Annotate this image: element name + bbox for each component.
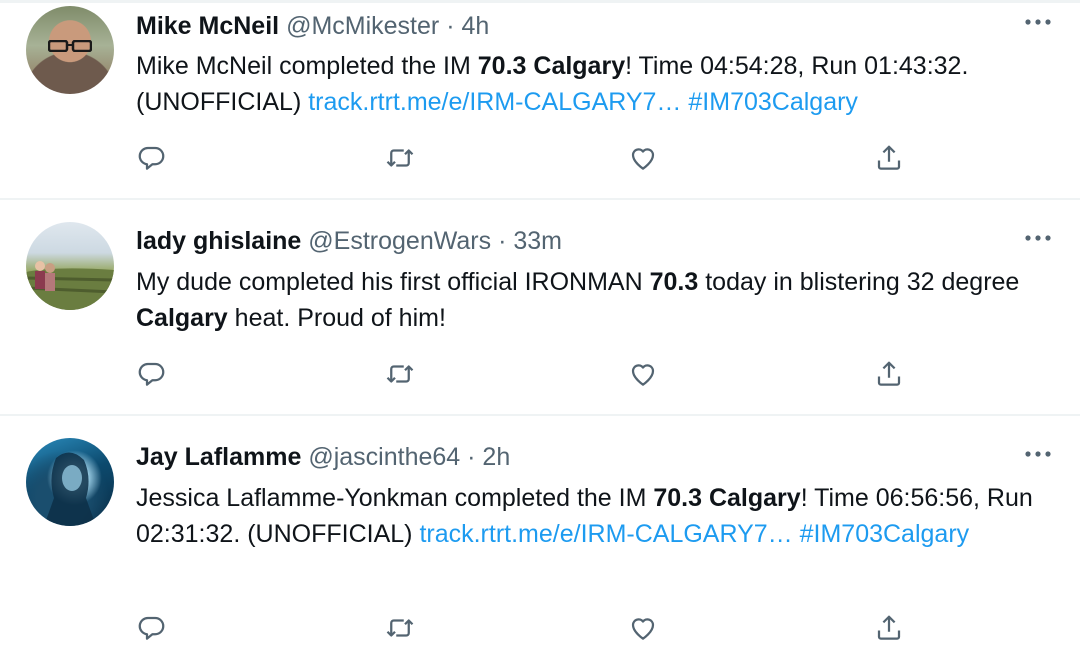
author-name[interactable]: Jay Laflamme (136, 443, 301, 471)
tweet-text: My dude completed his first official IRO… (136, 264, 1056, 336)
tweet[interactable]: Mike McNeil @McMikester · 4h Mike McNeil… (0, 0, 1080, 200)
more-icon[interactable] (1020, 228, 1056, 248)
tweet-header: lady ghislaine @EstrogenWars · 33m (136, 226, 562, 256)
tweet-timestamp[interactable]: 2h (482, 443, 510, 471)
tweet-actions (0, 140, 1080, 176)
separator: · (498, 227, 507, 255)
share-icon[interactable] (871, 610, 907, 646)
tweet[interactable]: lady ghislaine @EstrogenWars · 33m My du… (0, 200, 1080, 416)
more-icon[interactable] (1020, 12, 1056, 32)
tweet-timestamp[interactable]: 33m (513, 227, 562, 255)
tweet-timestamp[interactable]: 4h (461, 12, 489, 40)
tweet-text: Jessica Laflamme-Yonkman completed the I… (136, 480, 1056, 552)
separator: · (467, 443, 476, 471)
reply-icon[interactable] (134, 610, 170, 646)
reply-icon[interactable] (134, 356, 170, 392)
heart-icon[interactable] (625, 140, 661, 176)
retweet-icon[interactable] (382, 140, 418, 176)
tweet-actions (0, 356, 1080, 392)
share-icon[interactable] (871, 356, 907, 392)
text-segment: today in blistering 32 degree (698, 268, 1020, 296)
highlighted-text: 70.3 Calgary (477, 52, 626, 80)
tweet-header: Mike McNeil @McMikester · 4h (136, 11, 489, 41)
hashtag-link[interactable]: #IM703Calgary (688, 88, 858, 116)
avatar-photo-graphic (44, 452, 96, 526)
highlighted-text: Calgary (136, 304, 228, 332)
tweet-header: Jay Laflamme @jascinthe64 · 2h (136, 442, 510, 472)
avatar[interactable] (26, 438, 114, 526)
tweet[interactable]: Jay Laflamme @jascinthe64 · 2h Jessica L… (0, 416, 1080, 653)
text-segment: Mike McNeil completed the IM (136, 52, 478, 80)
avatar-glasses-graphic (48, 40, 92, 52)
heart-icon[interactable] (625, 356, 661, 392)
author-handle[interactable]: @jascinthe64 (308, 443, 460, 471)
text-segment: My dude completed his first official IRO… (136, 268, 650, 296)
more-icon[interactable] (1020, 444, 1056, 464)
highlighted-text: 70.3 Calgary (653, 484, 801, 512)
author-handle[interactable]: @McMikester (286, 12, 439, 40)
reply-icon[interactable] (134, 140, 170, 176)
tweet-text: Mike McNeil completed the IM 70.3 Calgar… (136, 48, 1056, 120)
share-icon[interactable] (871, 140, 907, 176)
retweet-icon[interactable] (382, 356, 418, 392)
retweet-icon[interactable] (382, 610, 418, 646)
author-name[interactable]: Mike McNeil (136, 12, 279, 40)
text-segment: heat. Proud of him! (227, 304, 446, 332)
author-handle[interactable]: @EstrogenWars (308, 227, 491, 255)
tweet-actions (0, 610, 1080, 646)
tweet-feed: Mike McNeil @McMikester · 4h Mike McNeil… (0, 0, 1080, 653)
text-segment (793, 520, 800, 548)
author-name[interactable]: lady ghislaine (136, 227, 301, 255)
avatar[interactable] (26, 222, 114, 310)
url-link[interactable]: track.rtrt.me/e/IRM-CALGARY7… (419, 520, 792, 548)
separator: · (446, 12, 455, 40)
avatar[interactable] (26, 6, 114, 94)
hashtag-link[interactable]: #IM703Calgary (800, 520, 970, 548)
avatar-photo-graphic (26, 261, 114, 310)
url-link[interactable]: track.rtrt.me/e/IRM-CALGARY7… (308, 88, 681, 116)
highlighted-text: 70.3 (649, 268, 699, 296)
heart-icon[interactable] (625, 610, 661, 646)
text-segment: Jessica Laflamme-Yonkman completed the I… (136, 484, 654, 512)
